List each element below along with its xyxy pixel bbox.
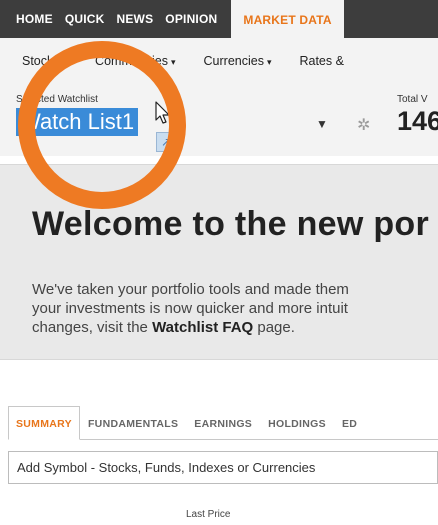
watchlist-faq-link[interactable]: Watchlist FAQ bbox=[152, 319, 253, 336]
annotation-circle bbox=[18, 41, 186, 209]
portfolio-tabs: SUMMARY FUNDAMENTALS EARNINGS HOLDINGS E… bbox=[8, 406, 438, 440]
welcome-text-suffix: page. bbox=[253, 319, 295, 336]
total-value: 146 bbox=[397, 106, 438, 136]
welcome-text-line-2: your investments is now quicker and more… bbox=[32, 300, 348, 317]
nav-market-data[interactable]: MARKET DATA bbox=[231, 0, 344, 38]
nav-opinion[interactable]: OPINION bbox=[153, 0, 217, 38]
subnav-currencies-label: Currencies bbox=[203, 54, 264, 68]
tab-summary[interactable]: SUMMARY bbox=[8, 406, 80, 440]
total-value-label: Total V bbox=[397, 94, 428, 105]
welcome-text-prefix: changes, visit the bbox=[32, 319, 153, 336]
welcome-title: Welcome to the new por bbox=[32, 205, 430, 243]
welcome-text-line-3: changes, visit the Watchlist FAQ page. bbox=[32, 319, 295, 336]
welcome-text-line-1: We've taken your portfolio tools and mad… bbox=[32, 281, 349, 298]
gear-icon[interactable]: ✲ bbox=[357, 115, 370, 135]
tab-fundamentals[interactable]: FUNDAMENTALS bbox=[80, 406, 186, 439]
tab-ed[interactable]: ED bbox=[334, 406, 365, 439]
nav-news[interactable]: NEWS bbox=[104, 0, 153, 38]
subnav-rates[interactable]: Rates & bbox=[299, 54, 343, 68]
column-headers-clipped bbox=[0, 518, 438, 525]
nav-quick[interactable]: QUICK bbox=[53, 0, 105, 38]
tab-holdings[interactable]: HOLDINGS bbox=[260, 406, 334, 439]
add-symbol-input[interactable]: Add Symbol - Stocks, Funds, Indexes or C… bbox=[8, 451, 438, 484]
nav-home[interactable]: HOME bbox=[0, 0, 53, 38]
subnav-rates-label: Rates & bbox=[299, 54, 344, 68]
chevron-down-icon: ▾ bbox=[266, 57, 272, 67]
chevron-down-icon: ▾ bbox=[170, 57, 176, 67]
top-navigation: HOME QUICK NEWS OPINION MARKET DATA bbox=[0, 0, 438, 38]
chevron-down-icon: ▼ bbox=[316, 117, 328, 131]
subnav-currencies[interactable]: Currencies ▾ bbox=[204, 54, 272, 68]
tab-earnings[interactable]: EARNINGS bbox=[186, 406, 260, 439]
